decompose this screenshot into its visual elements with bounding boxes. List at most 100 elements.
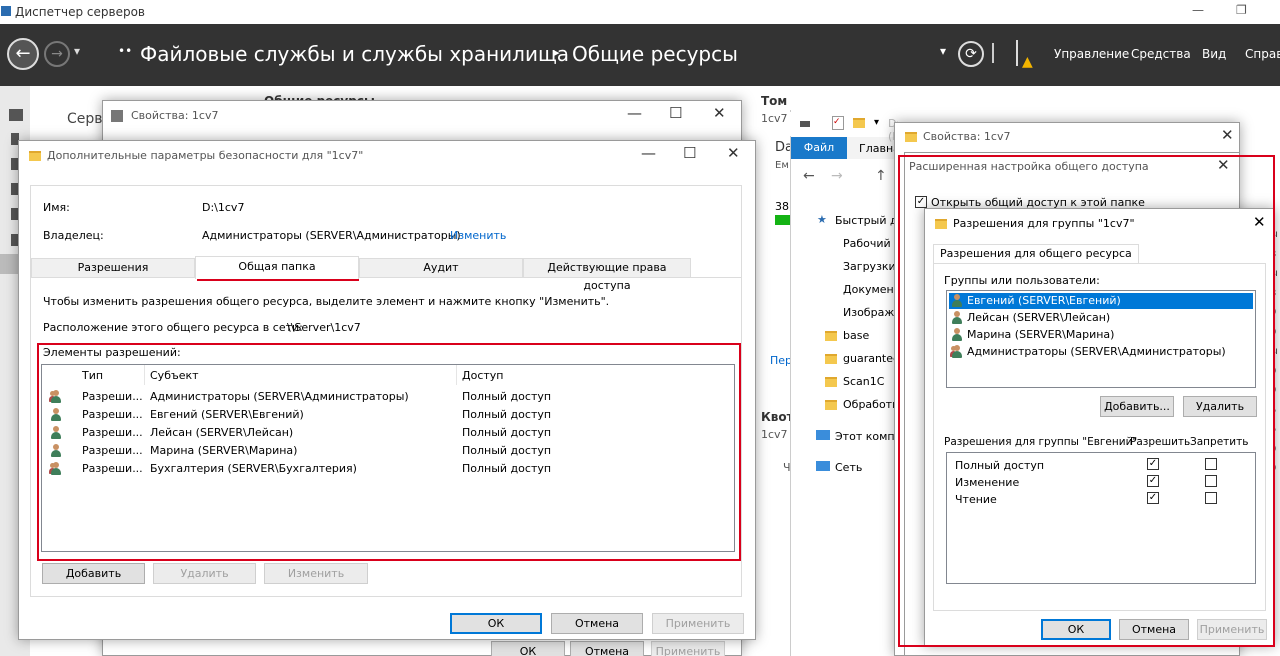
highlight-box <box>37 343 741 561</box>
nav-back-icon[interactable]: ← <box>803 168 815 184</box>
explorer-window: Файл Главна ← → ↑ ★ Быстрый д Рабочий с … <box>790 110 906 656</box>
folder-icon <box>825 354 837 364</box>
nav-item[interactable]: base <box>843 329 869 342</box>
cancel-button[interactable]: Отмена <box>570 641 644 656</box>
header-bar: ← → ▾ •• Файловые службы и службы хранил… <box>0 24 1280 86</box>
bg-em: Ем <box>775 160 789 171</box>
breadcrumb-item-file-services[interactable]: Файловые службы и службы хранилища <box>140 42 569 66</box>
tab-effective-access[interactable]: Действующие права доступа <box>523 258 691 292</box>
tab-strip: Разрешения Общая папка Аудит Действующие… <box>31 256 741 292</box>
folder-icon <box>853 118 865 128</box>
close-button[interactable]: ✕ <box>713 104 726 122</box>
remove-button[interactable]: Удалить <box>153 563 256 584</box>
dialog-titlebar: Свойства: 1cv7 ✕ <box>895 123 1239 153</box>
bg-per-link[interactable]: Пер <box>770 354 792 367</box>
quick-access[interactable]: Быстрый д <box>835 214 898 227</box>
location-value: \\Server\1cv7 <box>287 321 361 334</box>
red-underline <box>197 279 359 281</box>
nav-up-icon[interactable]: ↑ <box>875 168 887 184</box>
folder-icon <box>29 151 41 161</box>
ok-button[interactable]: ОК <box>450 613 542 634</box>
back-button[interactable]: ← <box>7 38 39 70</box>
edit-button[interactable]: Изменить <box>264 563 368 584</box>
folder-icon <box>905 132 917 142</box>
apply-button[interactable]: Применить <box>652 613 744 634</box>
qat-dropdown-icon[interactable]: ▾ <box>874 117 879 128</box>
folder-icon <box>825 377 837 387</box>
app-titlebar: Диспетчер серверов — ❐ <box>0 0 1280 24</box>
nav-item[interactable]: Документ <box>843 283 900 296</box>
minimize-button[interactable]: — <box>627 104 642 122</box>
header-dropdown-icon[interactable]: ▾ <box>940 44 946 58</box>
owner-value: Администраторы (SERVER\Администраторы) <box>202 229 461 242</box>
breadcrumb-separator-icon: ▸ <box>554 46 560 59</box>
security-panel: Имя: D:\1cv7 Владелец: Администраторы (S… <box>30 185 742 597</box>
name-label: Имя: <box>43 201 70 214</box>
notifications-flag-icon[interactable] <box>1016 40 1018 66</box>
location-label: Расположение этого общего ресурса в сети… <box>43 321 303 334</box>
breadcrumb-item-shares[interactable]: Общие ресурсы <box>572 42 738 66</box>
apply-button[interactable]: Применить <box>651 641 725 656</box>
nav-item[interactable]: Обработк <box>843 398 899 411</box>
menu-tools[interactable]: Средства <box>1131 47 1191 61</box>
nav-item[interactable]: Рабочий с <box>843 237 900 250</box>
folder-icon <box>825 400 837 410</box>
explorer-quickbar: ✓ ▾ Data (D:) <box>790 112 898 143</box>
minimize-button[interactable]: — <box>641 144 656 162</box>
warning-icon: ▲ <box>1022 54 1033 70</box>
dialog-title: Свойства: 1cv7 <box>923 130 1011 143</box>
cancel-button[interactable]: Отмена <box>551 613 643 634</box>
bg-volume-sub: 1cv7 <box>761 112 788 125</box>
breadcrumb-prefix: •• <box>118 44 133 58</box>
history-dropdown-icon[interactable]: ▾ <box>74 44 80 58</box>
dialog-titlebar: Дополнительные параметры безопасности дл… <box>19 141 755 171</box>
hint-text: Чтобы изменить разрешения общего ресурса… <box>43 295 610 308</box>
dialog-titlebar: Свойства: 1cv7 — ☐ ✕ <box>103 101 741 131</box>
tab-audit[interactable]: Аудит <box>359 258 523 278</box>
maximize-button[interactable]: ☐ <box>669 104 682 122</box>
close-button[interactable]: ✕ <box>727 144 740 162</box>
ok-button[interactable]: ОК <box>491 641 565 656</box>
highlight-box <box>898 155 1275 647</box>
menu-manage[interactable]: Управление <box>1054 47 1129 61</box>
refresh-icon[interactable]: ⟳ <box>958 41 984 67</box>
close-button[interactable]: ✕ <box>1221 126 1234 144</box>
network-icon <box>816 461 830 471</box>
change-owner-link[interactable]: Изменить <box>450 229 506 242</box>
owner-label: Владелец: <box>43 229 104 242</box>
dashboard-icon[interactable] <box>9 109 23 121</box>
menu-view[interactable]: Вид <box>1202 47 1226 61</box>
quick-access-icon: ★ <box>817 213 827 226</box>
tab-permissions[interactable]: Разрешения <box>31 258 195 278</box>
checkbox-icon[interactable]: ✓ <box>832 116 844 130</box>
menu-help[interactable]: Справ <box>1245 47 1280 61</box>
tab-file[interactable]: Файл <box>791 137 847 159</box>
nav-item[interactable]: Изображе <box>843 306 901 319</box>
tab-shared-folder[interactable]: Общая папка <box>195 256 359 279</box>
folder-icon <box>825 331 837 341</box>
minimize-button[interactable]: — <box>1192 3 1204 17</box>
nav-forward-icon[interactable]: → <box>831 168 843 184</box>
properties-icon <box>111 110 123 122</box>
separator-bar <box>992 43 994 63</box>
this-pc[interactable]: Этот компь <box>835 430 901 443</box>
bg-quota-heading: Квот <box>761 410 794 424</box>
properties-icon[interactable] <box>800 121 810 127</box>
dialog-title: Дополнительные параметры безопасности дл… <box>47 149 364 162</box>
forward-button[interactable]: → <box>44 41 70 67</box>
nav-item[interactable]: guarantee <box>843 352 900 365</box>
restore-button[interactable]: ❐ <box>1236 3 1247 17</box>
nav-item[interactable]: Загрузки <box>843 260 896 273</box>
name-value: D:\1cv7 <box>202 201 245 214</box>
this-pc-icon <box>816 430 830 440</box>
nav-item[interactable]: Scan1C <box>843 375 884 388</box>
advanced-security-dialog: Дополнительные параметры безопасности дл… <box>18 140 756 640</box>
network[interactable]: Сеть <box>835 461 862 474</box>
app-icon <box>1 6 11 16</box>
maximize-button[interactable]: ☐ <box>683 144 696 162</box>
app-title: Диспетчер серверов <box>15 5 145 19</box>
bg-volume-heading: Том <box>761 94 788 108</box>
dialog-title: Свойства: 1cv7 <box>131 109 219 122</box>
bg-quota-sub: 1cv7 <box>761 428 788 441</box>
add-button[interactable]: Добавить <box>42 563 145 584</box>
